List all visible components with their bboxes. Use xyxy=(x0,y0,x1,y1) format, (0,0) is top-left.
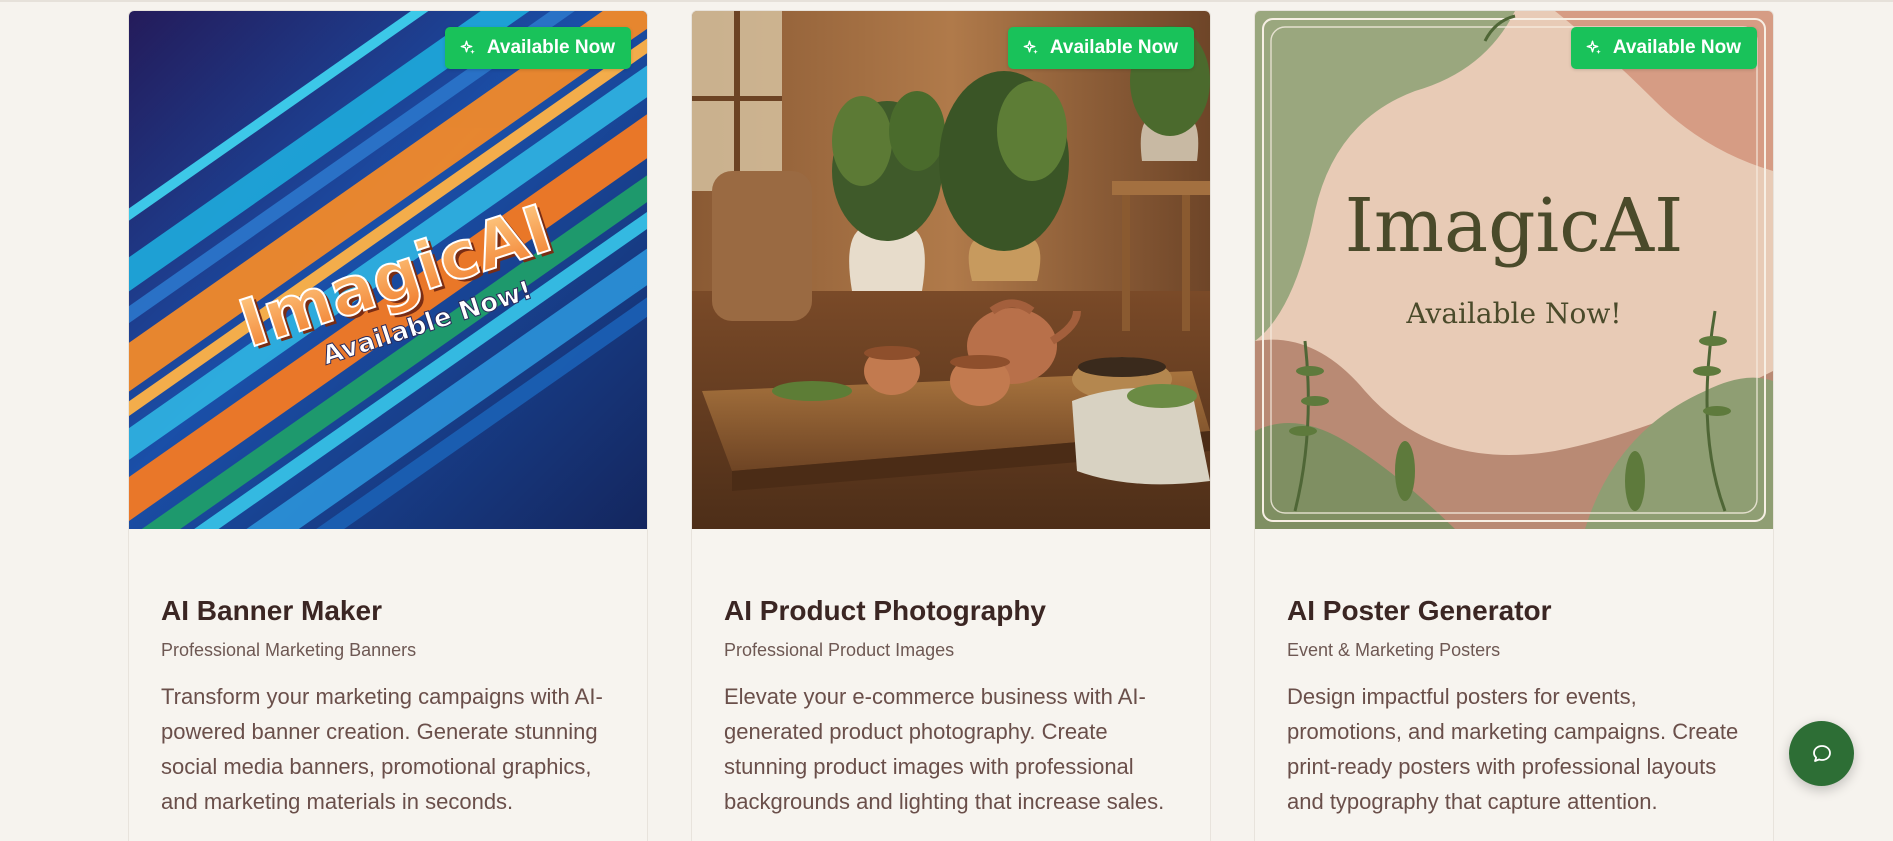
availability-badge-label: Available Now xyxy=(486,37,615,58)
availability-badge-label: Available Now xyxy=(1049,37,1178,58)
poster-generator-image: ImagicAI Available Now! Available Now xyxy=(1255,11,1773,529)
card-description: Transform your marketing campaigns with … xyxy=(161,684,603,814)
availability-badge: Available Now xyxy=(1570,27,1757,69)
sparkle-icon xyxy=(1023,40,1038,54)
top-divider xyxy=(0,0,1893,2)
card-description: Elevate your e-commerce business with AI… xyxy=(724,684,1165,814)
sparkle-icon xyxy=(1586,40,1601,54)
feature-card-banner-maker[interactable]: ImagicAI ImagicAI Available Now! Availab… xyxy=(128,10,648,841)
chat-button[interactable] xyxy=(1789,721,1854,786)
poster-image-tagline: Available Now! xyxy=(1405,297,1621,330)
chat-bubble-icon xyxy=(1812,744,1831,762)
product-photography-image: Available Now xyxy=(692,11,1210,529)
card-title: AI Banner Maker xyxy=(161,595,382,626)
availability-badge-label: Available Now xyxy=(1612,37,1741,58)
card-subtitle: Event & Marketing Posters xyxy=(1287,640,1501,660)
card-title: AI Product Photography xyxy=(724,595,1046,626)
card-title: AI Poster Generator xyxy=(1287,595,1552,626)
availability-badge: Available Now xyxy=(444,27,631,69)
poster-image-headline: ImagicAI xyxy=(1345,183,1684,269)
feature-card-product-photography[interactable]: Available Now AI Product Photography Pro… xyxy=(691,10,1211,841)
card-description: Design impactful posters for events, pro… xyxy=(1287,684,1739,814)
banner-maker-image: ImagicAI ImagicAI Available Now! Availab… xyxy=(129,11,647,529)
card-subtitle: Professional Product Images xyxy=(724,640,955,660)
sparkle-icon xyxy=(460,40,475,54)
feature-card-poster-generator[interactable]: ImagicAI Available Now! Available Now AI… xyxy=(1254,10,1774,841)
card-subtitle: Professional Marketing Banners xyxy=(161,640,417,660)
feature-card-grid: ImagicAI ImagicAI Available Now! Availab… xyxy=(128,10,1774,841)
availability-badge: Available Now xyxy=(1007,27,1194,69)
